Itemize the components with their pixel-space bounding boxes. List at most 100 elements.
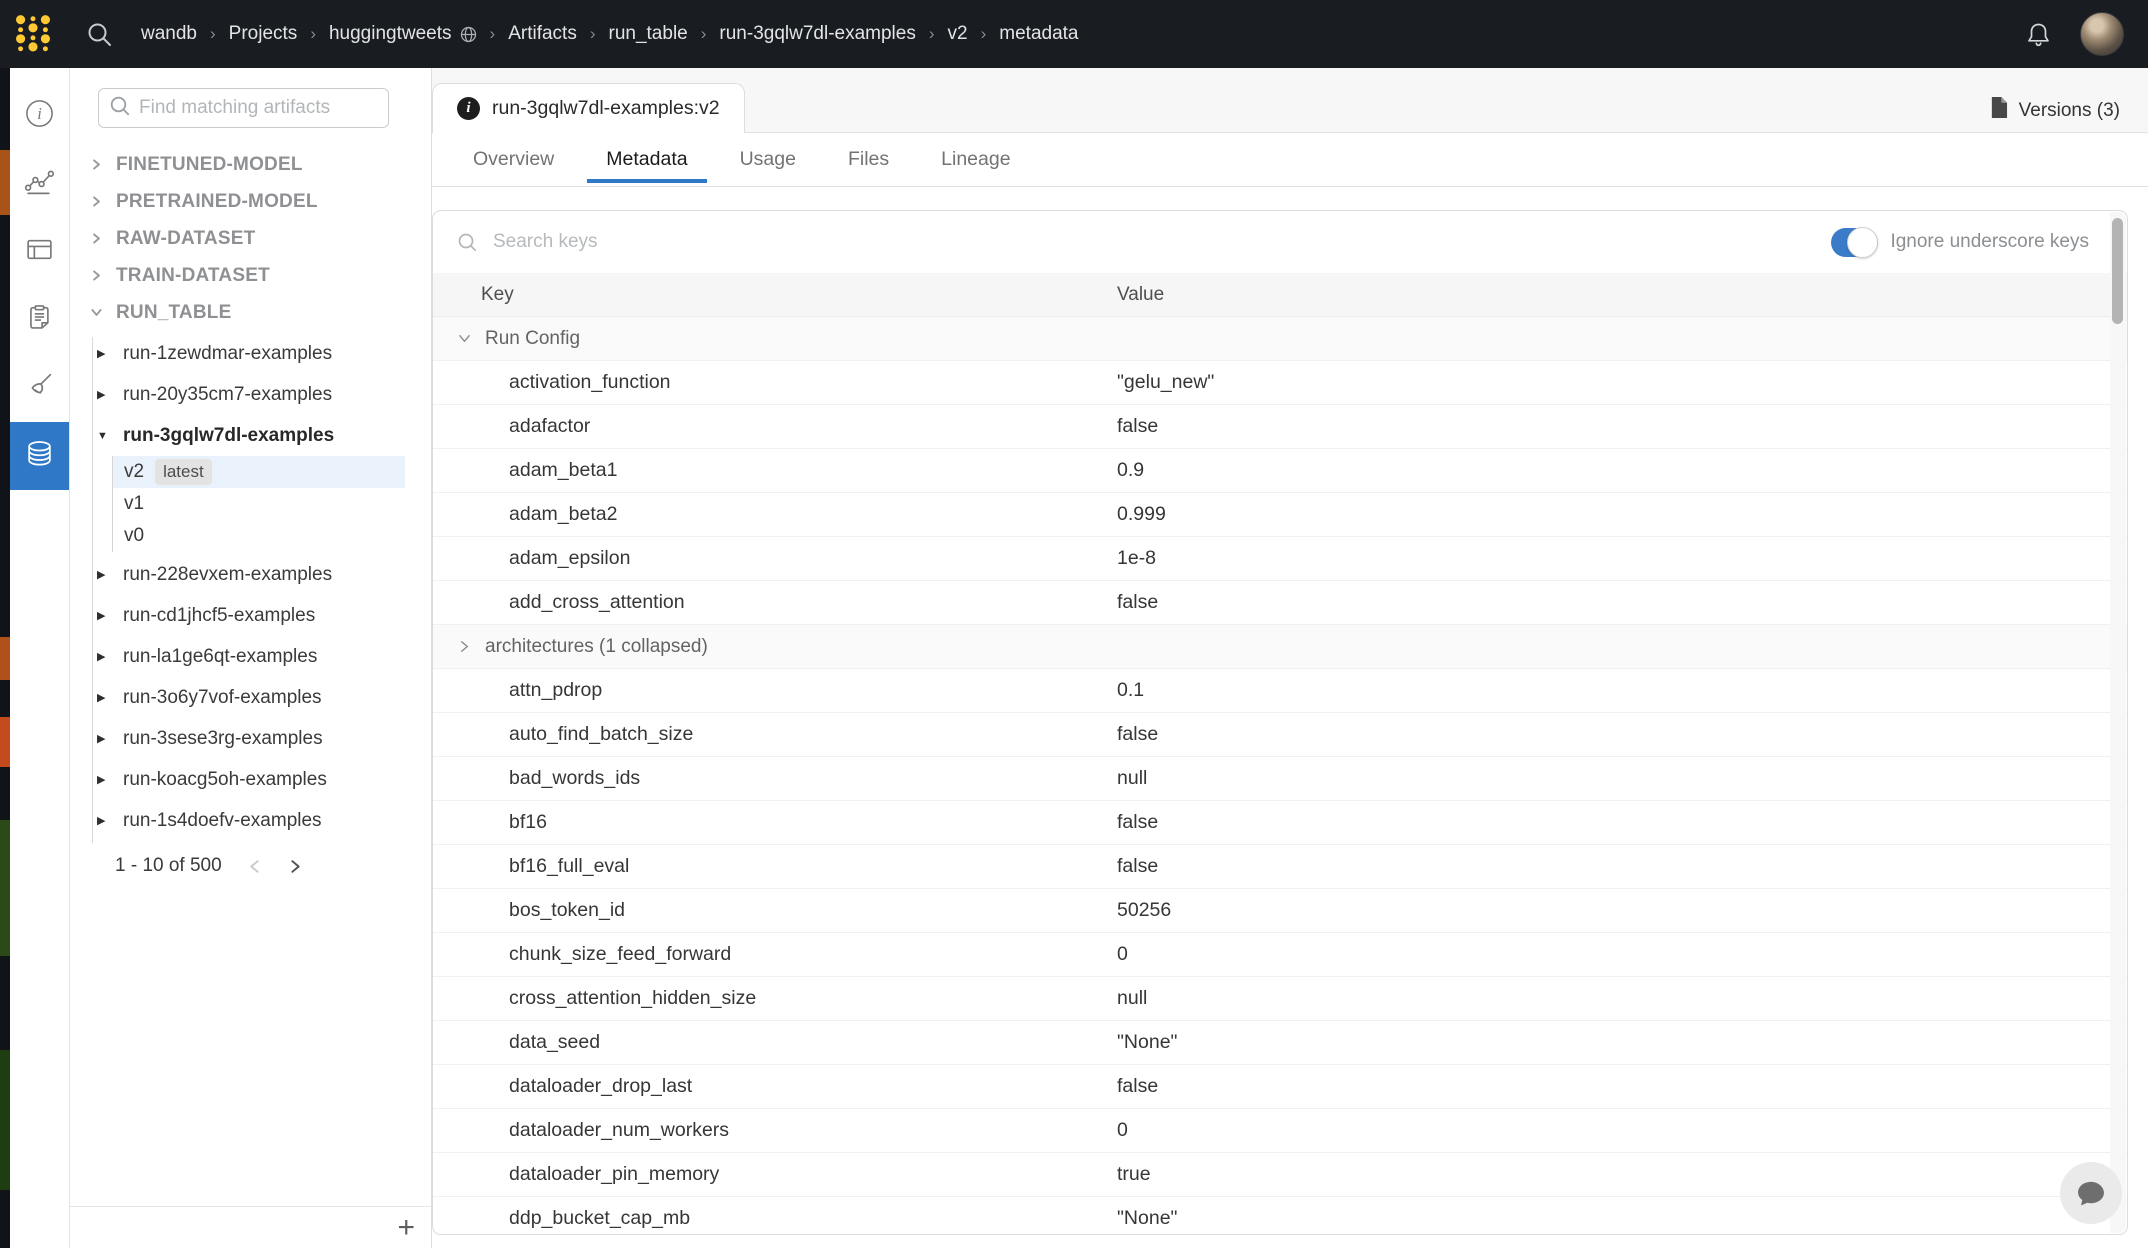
tree-run-item[interactable]: ▶run-3sese3rg-examples <box>70 718 431 759</box>
breadcrumb-item[interactable]: Projects <box>229 23 298 45</box>
tree-run-item[interactable]: ▶run-koacg5oh-examples <box>70 759 431 800</box>
tree-run-item[interactable]: ▼run-3gqlw7dl-examples <box>70 415 431 456</box>
triangle-right-icon: ▶ <box>97 347 110 360</box>
metadata-row[interactable]: dataloader_pin_memorytrue <box>433 1153 2127 1197</box>
tree-run-item[interactable]: ▶run-20y35cm7-examples <box>70 374 431 415</box>
metadata-row[interactable]: bos_token_id50256 <box>433 889 2127 933</box>
breadcrumb-item[interactable]: run-3gqlw7dl-examples <box>719 23 915 45</box>
rail-item-tables[interactable] <box>10 218 69 286</box>
artifact-search-input[interactable] <box>137 96 378 120</box>
metadata-row[interactable]: cross_attention_hidden_sizenull <box>433 977 2127 1021</box>
metadata-group-row[interactable]: Run Config <box>433 317 2127 361</box>
topbar-search-icon[interactable] <box>86 21 113 48</box>
metadata-row[interactable]: ddp_bucket_cap_mb"None" <box>433 1197 2127 1235</box>
breadcrumb-item[interactable]: huggingtweets <box>329 23 477 45</box>
metadata-key: activation_function <box>433 371 1117 394</box>
wandb-logo-icon[interactable] <box>12 11 54 57</box>
metadata-value: 1e-8 <box>1117 547 2127 570</box>
metadata-panel: Ignore underscore keys Key Value Run Con… <box>432 210 2128 1235</box>
rail-item-info[interactable]: i <box>10 82 69 150</box>
run-label: run-koacg5oh-examples <box>123 769 327 791</box>
info-circle-icon: i <box>24 98 55 134</box>
metadata-row[interactable]: adam_epsilon1e-8 <box>433 537 2127 581</box>
info-badge-icon: i <box>457 97 480 120</box>
user-avatar[interactable] <box>2080 12 2124 56</box>
rail-item-charts[interactable] <box>10 150 69 218</box>
chat-button[interactable] <box>2060 1162 2122 1224</box>
metadata-row[interactable]: adafactorfalse <box>433 405 2127 449</box>
metadata-row[interactable]: dataloader_drop_lastfalse <box>433 1065 2127 1109</box>
panel-scrollbar[interactable] <box>2110 212 2126 1233</box>
tree-category-run_table[interactable]: RUN_TABLE <box>70 294 431 331</box>
tree-run-item[interactable]: ▶run-cd1jhcf5-examples <box>70 595 431 636</box>
tab-overview[interactable]: Overview <box>454 133 573 186</box>
rail-item-sweeps[interactable] <box>10 354 69 422</box>
tree-category-label: RUN_TABLE <box>116 302 231 324</box>
rail-item-artifacts[interactable] <box>10 422 69 490</box>
metadata-row[interactable]: chunk_size_feed_forward0 <box>433 933 2127 977</box>
pagination-prev-button[interactable] <box>246 858 263 875</box>
rail-item-reports[interactable] <box>10 286 69 354</box>
tree-category-train-dataset[interactable]: TRAIN-DATASET <box>70 257 431 294</box>
tab-lineage[interactable]: Lineage <box>922 133 1029 186</box>
metadata-row[interactable]: bad_words_idsnull <box>433 757 2127 801</box>
versions-button[interactable]: Versions (3) <box>1989 96 2120 125</box>
metadata-row[interactable]: adam_beta20.999 <box>433 493 2127 537</box>
scrollbar-thumb[interactable] <box>2112 218 2123 324</box>
line-chart-icon <box>24 166 55 202</box>
chevron-right-icon <box>457 639 472 654</box>
artifact-sidebar: FINETUNED-MODELPRETRAINED-MODEL RAW-DATAS… <box>70 68 432 1248</box>
tree-run-item[interactable]: ▶run-1s4doefv-examples <box>70 800 431 841</box>
tree-version-item[interactable]: v0 <box>113 520 405 552</box>
database-icon <box>24 438 55 474</box>
pagination-next-button[interactable] <box>287 858 304 875</box>
metadata-key: add_cross_attention <box>433 591 1117 614</box>
tree-run-item[interactable]: ▶run-228evxem-examples <box>70 554 431 595</box>
artifact-version-tab[interactable]: i run-3gqlw7dl-examples:v2 <box>432 83 745 133</box>
tree-category-pretrained-model[interactable]: PRETRAINED-MODEL <box>70 183 431 220</box>
tree-run-item[interactable]: ▶run-3o6y7vof-examples <box>70 677 431 718</box>
triangle-right-icon: ▶ <box>97 650 110 663</box>
tab-usage[interactable]: Usage <box>721 133 815 186</box>
breadcrumb-item[interactable]: v2 <box>948 23 968 45</box>
tree-run-item[interactable]: ▶ run-1zewdmar-examples <box>70 333 431 374</box>
breadcrumb-item[interactable]: metadata <box>999 23 1078 45</box>
metadata-key: dataloader_pin_memory <box>433 1163 1117 1186</box>
metadata-search-input[interactable] <box>491 230 1818 254</box>
metadata-group-row[interactable]: architectures (1 collapsed) <box>433 625 2127 669</box>
tree-version-item[interactable]: v1 <box>113 488 405 520</box>
metadata-row[interactable]: attn_pdrop0.1 <box>433 669 2127 713</box>
notifications-bell-icon[interactable] <box>2025 21 2052 48</box>
tab-files[interactable]: Files <box>829 133 908 186</box>
metadata-row[interactable]: activation_function"gelu_new" <box>433 361 2127 405</box>
breadcrumb-item[interactable]: Artifacts <box>508 23 577 45</box>
tab-metadata[interactable]: Metadata <box>587 133 706 186</box>
tree-category-raw-dataset[interactable]: RAW-DATASET <box>70 220 431 257</box>
metadata-row[interactable]: bf16false <box>433 801 2127 845</box>
metadata-row[interactable]: add_cross_attentionfalse <box>433 581 2127 625</box>
metadata-row[interactable]: data_seed"None" <box>433 1021 2127 1065</box>
sidebar-footer: + <box>70 1206 431 1248</box>
tree-version-item[interactable]: v2latest <box>113 456 405 488</box>
metadata-key: adam_beta2 <box>433 503 1117 526</box>
metadata-value: 0.1 <box>1117 679 2127 702</box>
tree-category-label: RAW-DATASET <box>116 228 255 250</box>
add-artifact-button[interactable]: + <box>397 1213 415 1243</box>
toggle-label: Ignore underscore keys <box>1890 231 2089 253</box>
metadata-row[interactable]: bf16_full_evalfalse <box>433 845 2127 889</box>
topbar: wandb›Projects›huggingtweets›Artifacts›r… <box>0 0 2148 68</box>
tree-run-item[interactable]: ▶run-la1ge6qt-examples <box>70 636 431 677</box>
metadata-row[interactable]: dataloader_num_workers0 <box>433 1109 2127 1153</box>
run-label: run-1zewdmar-examples <box>123 343 332 365</box>
breadcrumb-item[interactable]: wandb <box>141 23 197 45</box>
metadata-value: "None" <box>1117 1031 2127 1054</box>
subtab-label: Metadata <box>606 148 687 171</box>
metadata-row[interactable]: adam_beta10.9 <box>433 449 2127 493</box>
ignore-underscore-toggle[interactable] <box>1831 228 1878 257</box>
tree-category-finetuned-model[interactable]: FINETUNED-MODEL <box>70 146 431 183</box>
metadata-row[interactable]: auto_find_batch_sizefalse <box>433 713 2127 757</box>
breadcrumb-item[interactable]: run_table <box>609 23 688 45</box>
chevron-right-icon <box>90 232 103 245</box>
run-label: run-20y35cm7-examples <box>123 384 332 406</box>
tree-category-label: TRAIN-DATASET <box>116 265 270 287</box>
